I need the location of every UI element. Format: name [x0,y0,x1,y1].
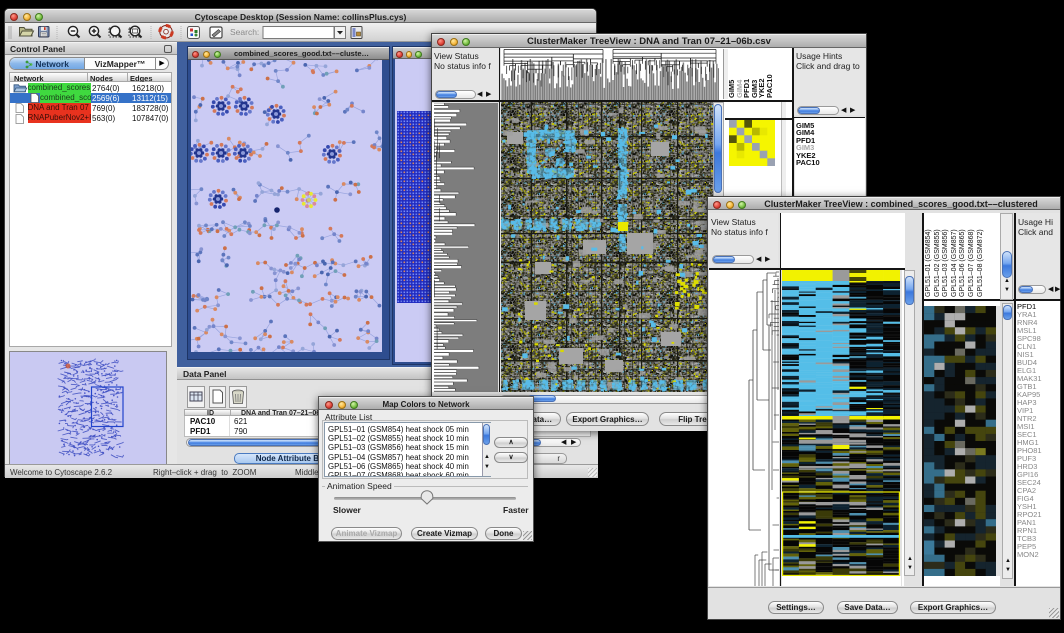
svg-text:Search:: Search: [230,27,259,37]
